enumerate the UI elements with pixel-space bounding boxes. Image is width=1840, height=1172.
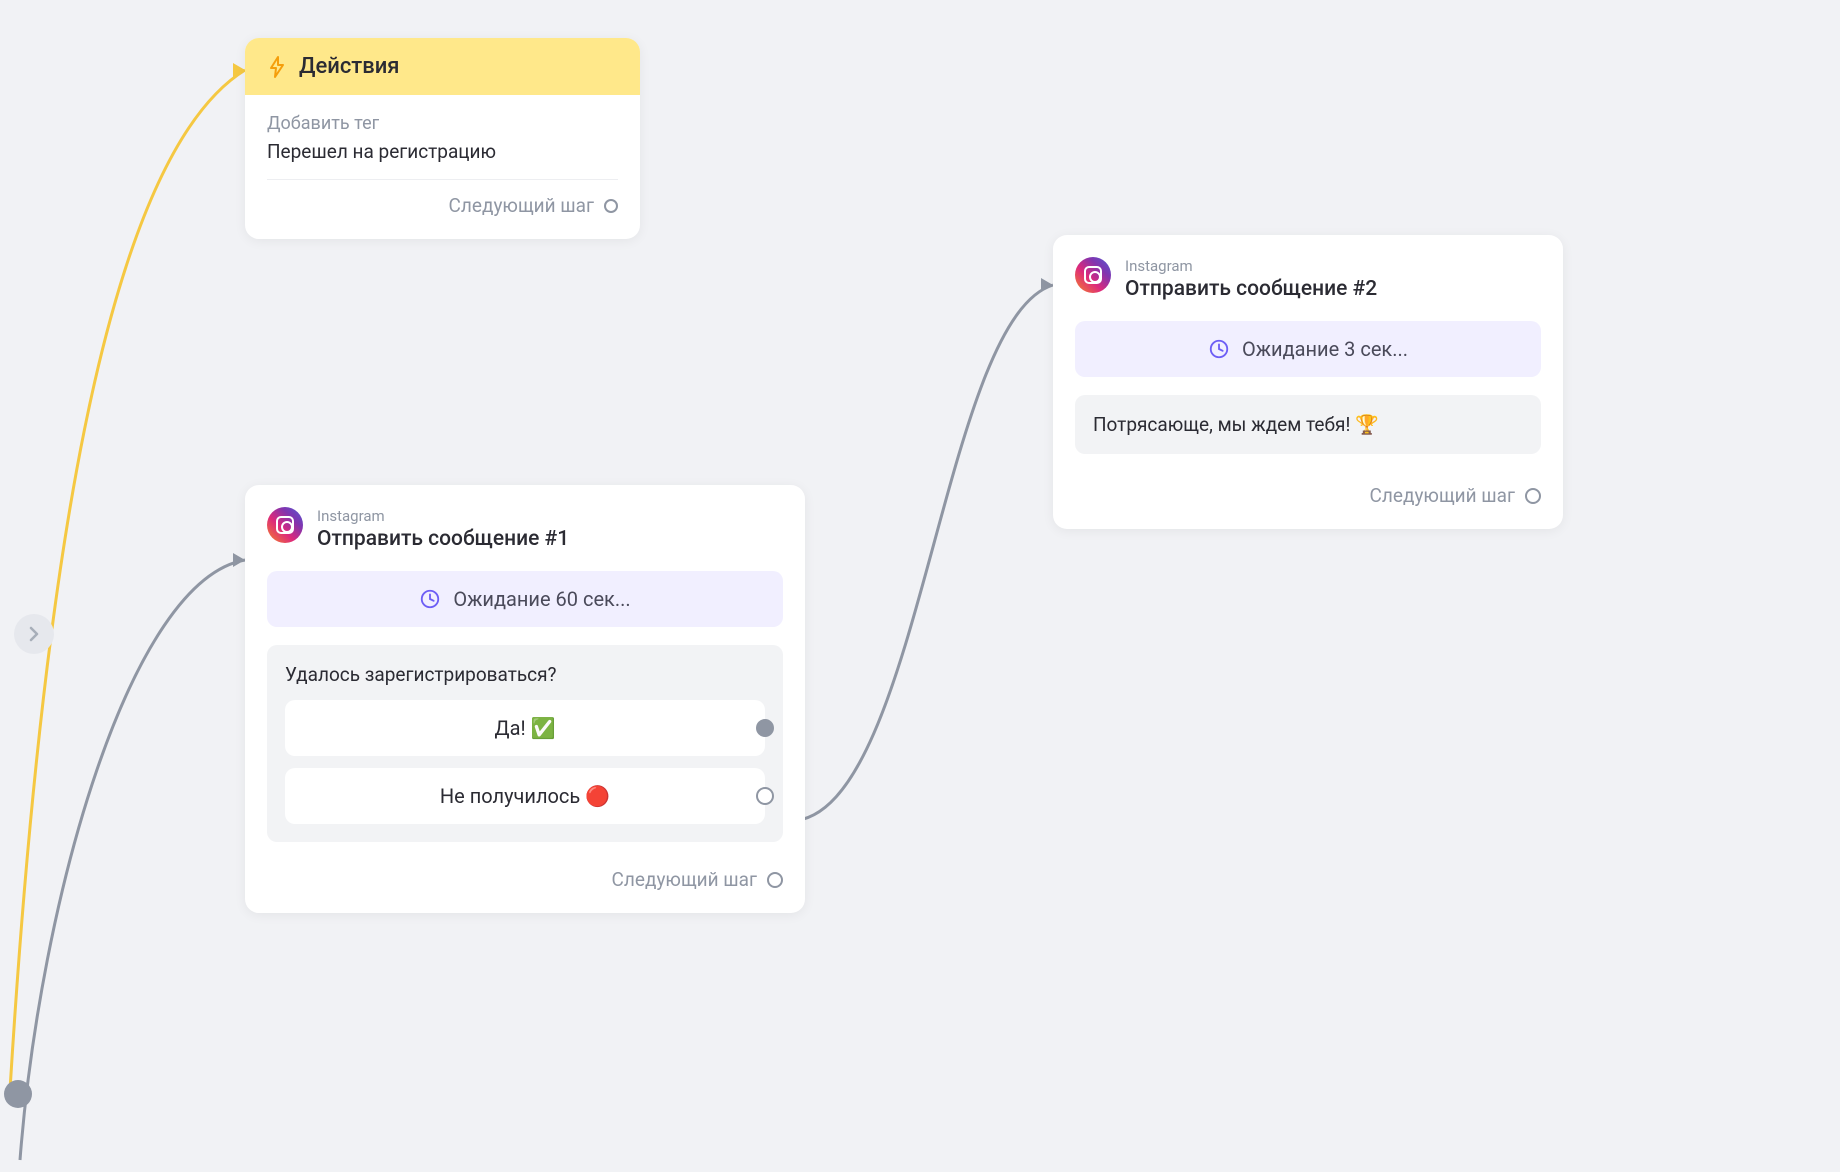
connector-port-no[interactable] [756, 787, 774, 805]
chevron-right-icon [29, 626, 39, 642]
channel-name: Instagram [1125, 257, 1541, 275]
message-title: Отправить сообщение #2 [1125, 277, 1541, 301]
answer-yes-label: Да! ✅ [301, 716, 749, 740]
instagram-icon [1075, 257, 1111, 293]
next-step-label: Следующий шаг [1370, 484, 1515, 507]
question-text: Удалось зарегистрироваться? [285, 663, 765, 686]
connector-port[interactable] [604, 199, 618, 213]
answer-yes[interactable]: Да! ✅ [285, 700, 765, 756]
clock-icon [1208, 338, 1230, 360]
clock-icon [419, 588, 441, 610]
connector-port[interactable] [1525, 488, 1541, 504]
tag-value: Перешел на регистрацию [267, 140, 618, 180]
answer-no[interactable]: Не получилось 🔴 [285, 768, 765, 824]
channel-name: Instagram [317, 507, 783, 525]
question-block: Удалось зарегистрироваться? Да! ✅ Не пол… [267, 645, 783, 842]
next-step-label: Следующий шаг [612, 868, 757, 891]
message-card-2[interactable]: Instagram Отправить сообщение #2 Ожидани… [1053, 235, 1563, 529]
answer-no-label: Не получилось 🔴 [301, 784, 749, 808]
wait-indicator: Ожидание 60 сек... [267, 571, 783, 627]
bolt-icon [267, 55, 287, 79]
wait-text: Ожидание 3 сек... [1242, 337, 1408, 361]
connector-port-yes[interactable] [756, 719, 774, 737]
next-step-label: Следующий шаг [449, 194, 594, 217]
wait-indicator: Ожидание 3 сек... [1075, 321, 1541, 377]
side-toggle-button[interactable] [14, 614, 54, 654]
message-content: Потрясающе, мы ждем тебя! 🏆 [1075, 395, 1541, 454]
message-title: Отправить сообщение #1 [317, 527, 783, 551]
wait-text: Ожидание 60 сек... [453, 587, 630, 611]
connector-port[interactable] [767, 872, 783, 888]
actions-next-step[interactable]: Следующий шаг [267, 180, 618, 225]
message-card-1[interactable]: Instagram Отправить сообщение #1 Ожидани… [245, 485, 805, 913]
msg2-next-step[interactable]: Следующий шаг [1075, 484, 1541, 507]
actions-card[interactable]: Действия Добавить тег Перешел на регистр… [245, 38, 640, 239]
actions-header: Действия [245, 38, 640, 95]
tag-label: Добавить тег [267, 113, 618, 134]
msg1-next-step[interactable]: Следующий шаг [267, 868, 783, 891]
actions-title: Действия [299, 54, 400, 79]
start-node[interactable] [4, 1080, 32, 1108]
instagram-icon [267, 507, 303, 543]
